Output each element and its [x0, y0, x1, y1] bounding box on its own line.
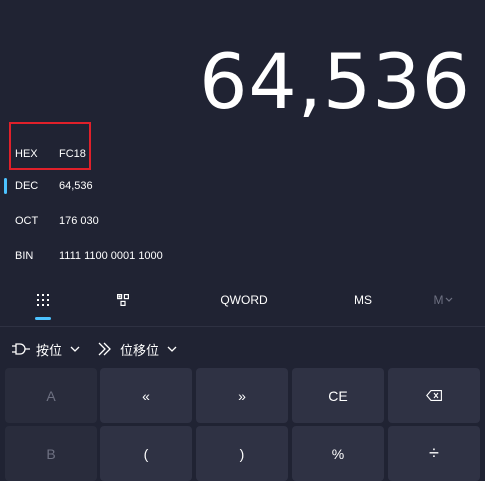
radix-label-oct: OCT	[15, 215, 39, 227]
key-clear-entry[interactable]: CE	[292, 368, 384, 423]
radix-value-dec: 64,536	[59, 180, 93, 192]
key-open-paren[interactable]: (	[100, 426, 192, 481]
key-backspace[interactable]	[388, 368, 480, 423]
logic-gate-icon	[12, 343, 30, 355]
radix-label-dec: DEC	[15, 180, 39, 192]
key-b[interactable]: B	[5, 426, 97, 481]
chevron-down-icon	[167, 346, 177, 352]
word-size-button[interactable]: QWORD	[214, 290, 274, 310]
key-close-paren[interactable]: )	[196, 426, 288, 481]
chevron-down-icon	[445, 297, 452, 302]
key-a[interactable]: A	[5, 368, 97, 423]
radix-row-dec[interactable]: DEC 64,536	[0, 171, 300, 201]
keypad-grid-icon	[37, 294, 49, 306]
memory-recall-button[interactable]: M	[428, 290, 458, 310]
key-modulo[interactable]: %	[292, 426, 384, 481]
backspace-icon	[426, 390, 442, 401]
full-keypad-button[interactable]	[34, 290, 52, 310]
radix-label-bin: BIN	[15, 250, 34, 262]
key-right-shift[interactable]: »	[196, 368, 288, 423]
bit-toggle-icon	[117, 294, 129, 306]
divider	[0, 326, 485, 327]
radix-row-bin[interactable]: BIN 1111 1100 0001 1000	[0, 241, 300, 271]
bit-toggle-keypad-button[interactable]	[114, 290, 132, 310]
hex-highlight-box	[9, 122, 91, 170]
bit-shift-icon	[98, 342, 111, 356]
radix-row-oct[interactable]: OCT 176 030	[0, 206, 300, 236]
radix-value-bin: 1111 1100 0001 1000	[59, 250, 163, 262]
memory-store-button[interactable]: MS	[348, 290, 378, 310]
result-display: 64,536	[199, 37, 471, 126]
bit-shift-label: 位移位	[120, 342, 160, 358]
key-left-shift[interactable]: «	[100, 368, 192, 423]
bit-shift-dropdown[interactable]: 位移位	[98, 335, 177, 363]
active-mode-underline	[35, 317, 51, 320]
memory-recall-label: M	[433, 293, 444, 307]
chevron-down-icon	[70, 346, 80, 352]
bitwise-bar: 按位 位移位	[0, 335, 485, 363]
mode-bar: QWORD MS M	[0, 280, 485, 326]
bitwise-label: 按位	[36, 342, 63, 358]
radix-value-oct: 176 030	[59, 215, 99, 227]
key-divide[interactable]: ÷	[388, 426, 480, 481]
bitwise-dropdown[interactable]: 按位	[12, 335, 80, 363]
